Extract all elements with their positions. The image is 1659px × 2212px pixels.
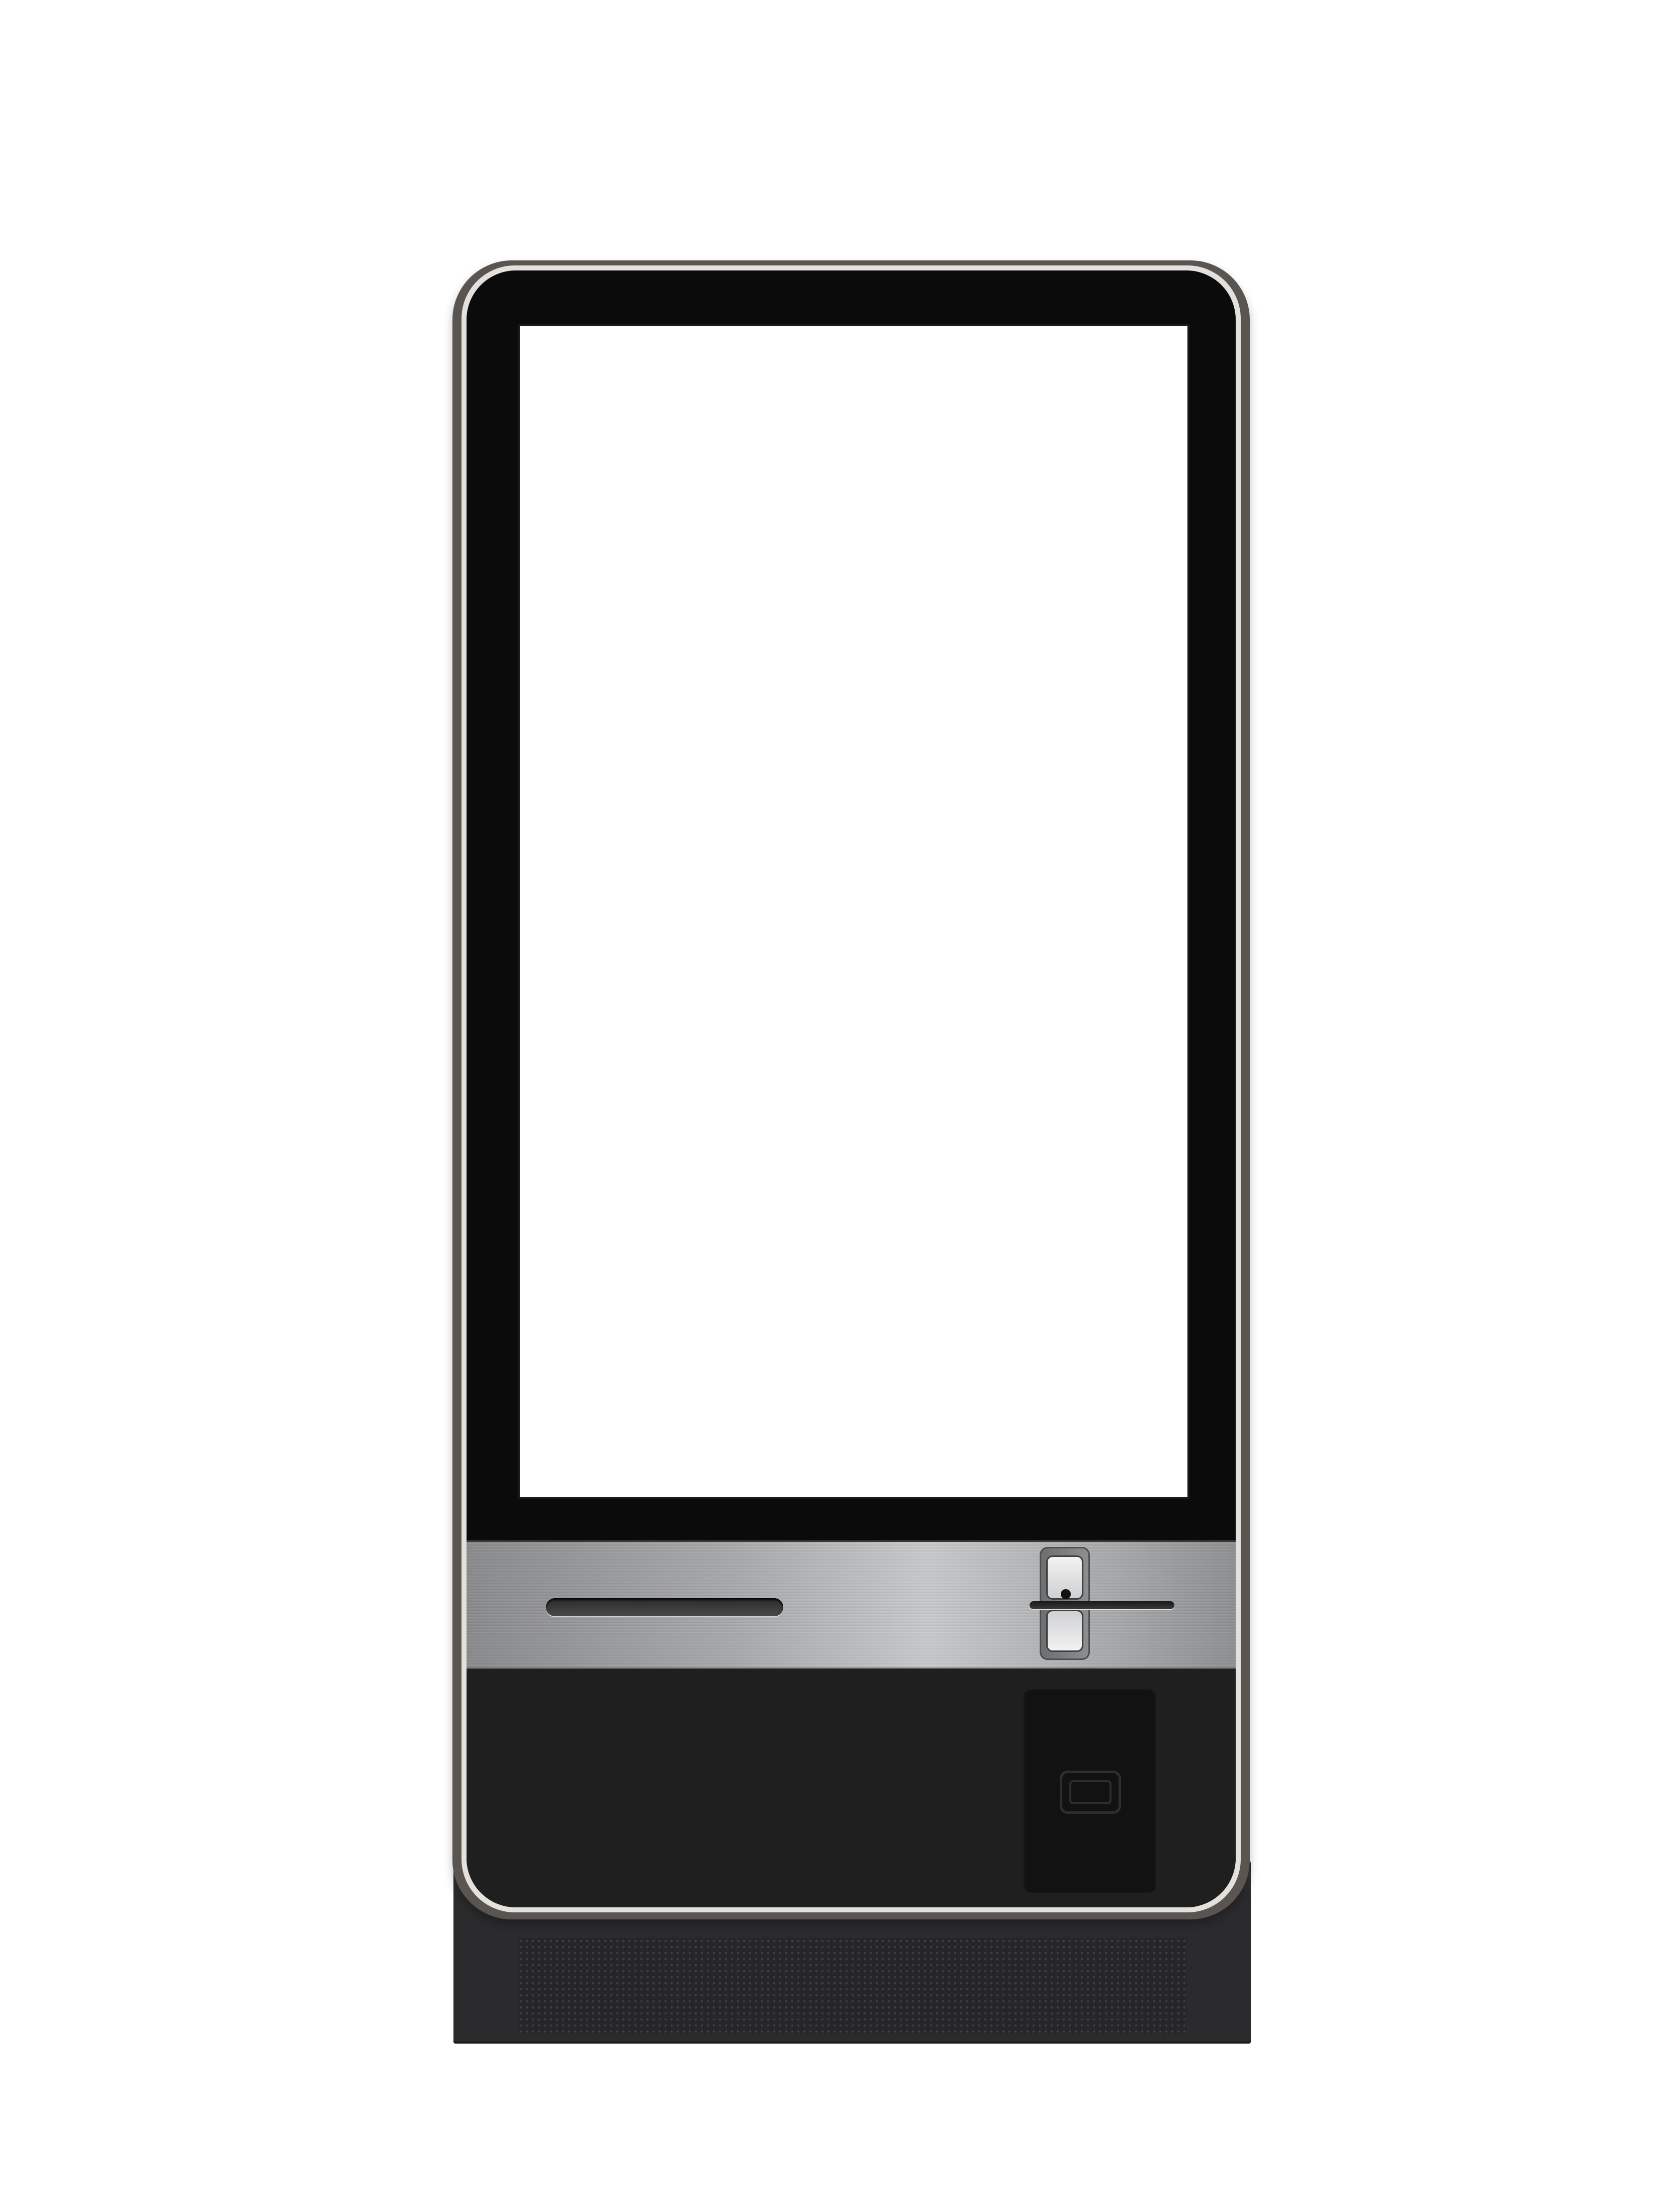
contactless-card-icon	[1060, 1771, 1121, 1814]
kiosk-device	[0, 0, 1659, 2212]
card-swipe-slot[interactable]	[1030, 1601, 1174, 1609]
contactless-card-icon-inner	[1069, 1780, 1112, 1804]
lower-cabinet	[467, 1669, 1236, 1907]
receipt-slot[interactable]	[546, 1598, 783, 1616]
speaker-grille	[518, 1938, 1186, 2034]
card-reader-bottom-cover	[1048, 1611, 1082, 1650]
nfc-reader-pad[interactable]	[1024, 1689, 1156, 1893]
card-reader-led-icon	[1061, 1589, 1071, 1599]
display-screen[interactable]	[518, 324, 1189, 1499]
brushed-metal-panel	[467, 1540, 1236, 1669]
card-reader[interactable]	[1030, 1547, 1174, 1660]
kiosk-body	[467, 270, 1236, 1907]
